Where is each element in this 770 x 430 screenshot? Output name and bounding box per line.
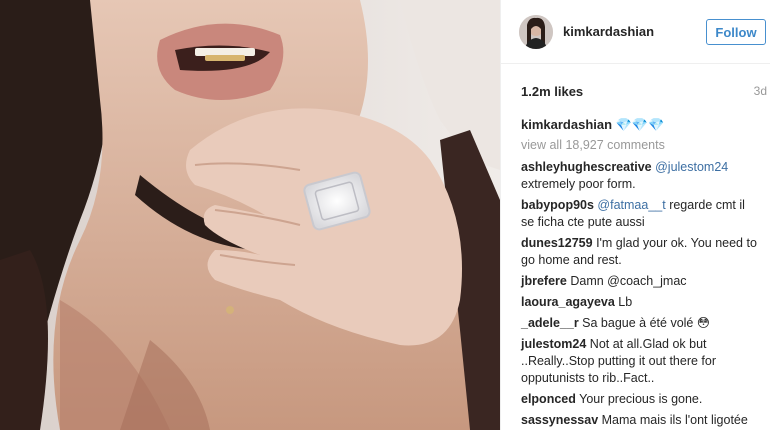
caption-text: 💎💎💎: [615, 117, 665, 132]
post-details-panel: kimkardashian Follow 1.2m likes 3d kimka…: [500, 0, 770, 430]
comment-item: ashleyhughescreative @julestom24 extreme…: [521, 159, 761, 193]
view-all-comments-link[interactable]: view all 18,927 comments: [521, 138, 665, 152]
comment-item: jbrefere Damn @coach_jmac: [521, 273, 761, 290]
comment-text: Lb: [618, 295, 633, 309]
likes-row: 1.2m likes 3d: [521, 84, 767, 100]
comment-username[interactable]: elponced: [521, 392, 576, 406]
photo-illustration: [0, 0, 500, 430]
comment-item: laoura_agayeva Lb: [521, 294, 761, 311]
caption: kimkardashian 💎💎💎: [521, 117, 664, 133]
follow-button[interactable]: Follow: [706, 19, 766, 45]
comment-mention[interactable]: @fatmaa__t: [597, 198, 665, 212]
likes-count[interactable]: 1.2m likes: [521, 84, 583, 99]
comment-item: babypop90s @fatmaa__t regarde cmt il se …: [521, 197, 761, 231]
post-username[interactable]: kimkardashian: [563, 24, 654, 39]
profile-avatar[interactable]: [519, 15, 553, 49]
comment-text: Damn @coach_jmac: [570, 274, 687, 288]
comment-username[interactable]: _adele__r: [521, 316, 579, 330]
comment-username[interactable]: julestom24: [521, 337, 586, 351]
avatar-image: [519, 15, 553, 49]
post-header: kimkardashian Follow: [501, 0, 770, 64]
comment-item: dunes12759 I'm glad your ok. You need to…: [521, 235, 761, 269]
comment-item: sassynessav Mama mais ils l'ont ligotée …: [521, 412, 761, 430]
comment-text: Sa bague à été volé 😳: [582, 316, 710, 330]
post-photo[interactable]: [0, 0, 500, 430]
post-time[interactable]: 3d: [754, 84, 767, 98]
comment-username[interactable]: jbrefere: [521, 274, 567, 288]
comment-item: julestom24 Not at all.Glad ok but ..Real…: [521, 336, 761, 387]
comment-username[interactable]: ashleyhughescreative: [521, 160, 652, 174]
comment-text: Your precious is gone.: [579, 392, 703, 406]
comment-username[interactable]: dunes12759: [521, 236, 593, 250]
caption-username[interactable]: kimkardashian: [521, 117, 612, 132]
comment-username[interactable]: laoura_agayeva: [521, 295, 615, 309]
comment-text: extremely poor form.: [521, 177, 636, 191]
comment-item: elponced Your precious is gone.: [521, 391, 761, 408]
comment-mention[interactable]: @julestom24: [655, 160, 728, 174]
comment-item: _adele__r Sa bague à été volé 😳: [521, 315, 761, 332]
comment-username[interactable]: babypop90s: [521, 198, 594, 212]
comments-list: ashleyhughescreative @julestom24 extreme…: [521, 159, 761, 430]
comment-username[interactable]: sassynessav: [521, 413, 598, 427]
